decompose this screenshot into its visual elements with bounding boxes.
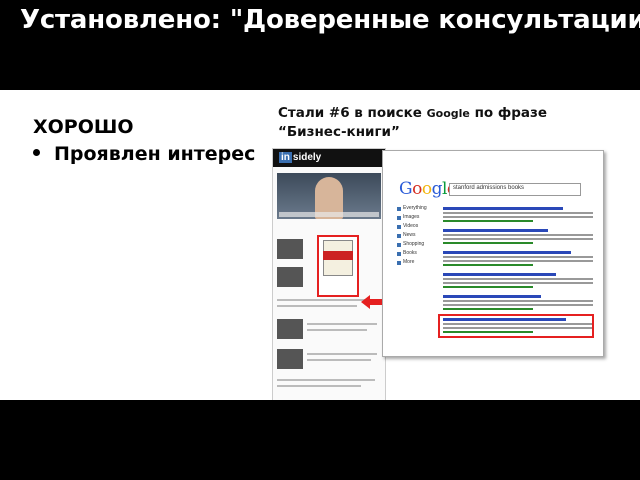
blog-text-line	[277, 385, 361, 387]
blog-text-line	[277, 305, 357, 307]
google-screenshot: Google stanford admissions books Everyth…	[382, 150, 604, 357]
google-result	[443, 229, 593, 244]
google-sidebar-item: News	[397, 232, 433, 240]
blog-logo: in sidely	[279, 152, 321, 163]
google-sidebar: Everything Images Videos News Shopping B…	[397, 205, 433, 268]
slide-content: ХОРОШО Проявлен интерес Стали #6 в поиск…	[0, 90, 640, 400]
google-sidebar-item: Videos	[397, 223, 433, 231]
bullet-text: Проявлен интерес	[54, 143, 256, 165]
google-result	[443, 207, 593, 222]
google-result	[443, 295, 593, 310]
google-sidebar-item: Images	[397, 214, 433, 222]
google-sidebar-item: Shopping	[397, 241, 433, 249]
slide-title: Установлено: "Доверенные консультации"	[20, 5, 640, 35]
screenshot-caption: Стали #6 в поиске Google по фразе “Бизне…	[278, 104, 598, 142]
blog-screenshot: in sidely	[272, 148, 386, 400]
blog-text-line	[277, 299, 373, 301]
blog-thumbnail	[277, 349, 303, 369]
blog-thumbnail	[277, 267, 303, 287]
blog-hero-caption	[279, 212, 379, 217]
bottom-bar	[0, 400, 640, 480]
blog-thumbnail	[277, 239, 303, 259]
caption-brand: Google	[426, 107, 470, 120]
blog-logo-rest: sidely	[292, 152, 322, 163]
blog-text-line	[307, 329, 367, 331]
blog-hero-image	[277, 173, 381, 219]
title-bar: Установлено: "Доверенные консультации"	[0, 0, 640, 88]
google-query: stanford admissions books	[453, 185, 525, 191]
google-logo: Google	[399, 179, 457, 199]
google-sidebar-item: More	[397, 259, 433, 267]
book-cover-highlight	[317, 235, 359, 297]
bullet-item: Проявлен интерес	[33, 143, 255, 165]
google-search-input: stanford admissions books	[449, 183, 581, 196]
bullet-icon	[33, 149, 40, 156]
google-result	[443, 273, 593, 288]
blog-thumbnail	[277, 319, 303, 339]
blog-text-line	[307, 353, 377, 355]
book-cover-band	[323, 251, 353, 260]
google-sidebar-item: Everything	[397, 205, 433, 213]
blog-text-line	[307, 323, 377, 325]
good-label: ХОРОШО	[33, 116, 134, 138]
blog-logo-in: in	[279, 152, 292, 163]
caption-prefix: Стали #6 в поиске	[278, 105, 427, 121]
blog-text-line	[307, 359, 371, 361]
google-result	[443, 251, 593, 266]
google-sidebar-item: Books	[397, 250, 433, 258]
blog-text-line	[277, 379, 375, 381]
google-result-highlight	[438, 314, 594, 338]
blog-header: in sidely	[273, 149, 385, 167]
